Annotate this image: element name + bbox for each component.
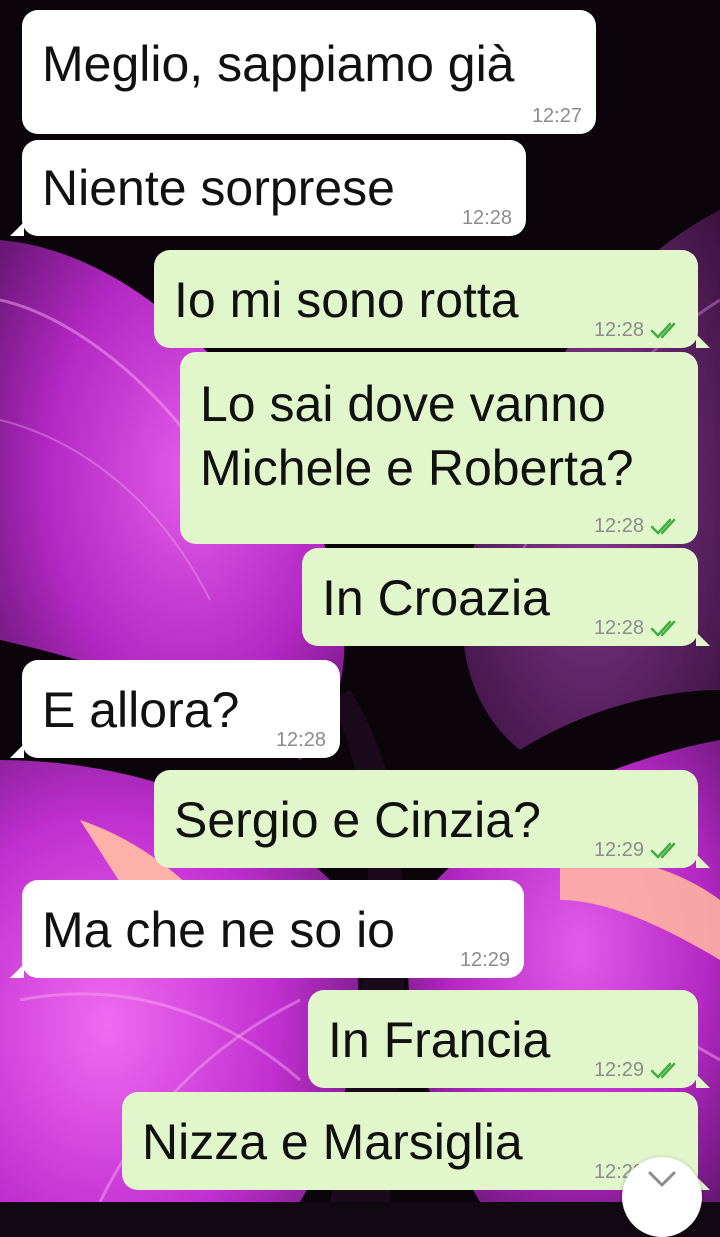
outgoing-message-bubble[interactable]: Io mi sono rotta 12:28 — [154, 250, 710, 348]
outgoing-message-bubble[interactable]: In Francia 12:29 — [308, 990, 710, 1088]
incoming-message-bubble[interactable]: E allora? 12:28 — [10, 660, 340, 758]
message-meta: 12:27 — [532, 102, 582, 130]
message-meta: 12:28 — [276, 726, 326, 754]
message-meta: 12:29 — [594, 1056, 684, 1084]
message-time: 12:29 — [593, 1058, 644, 1081]
message-text: Meglio, sappiamo già — [42, 36, 515, 92]
incoming-message-bubble[interactable]: Niente sorprese 12:28 — [10, 140, 526, 236]
read-receipt-double-check-icon — [650, 322, 676, 339]
message-meta: 12:28 — [594, 614, 684, 642]
message-time: 12:27 — [531, 104, 582, 127]
scroll-to-bottom-button[interactable] — [622, 1157, 702, 1237]
message-time: 12:29 — [593, 838, 644, 861]
message-time: 12:28 — [275, 728, 326, 751]
message-time: 12:28 — [461, 206, 512, 229]
message-time: 12:28 — [593, 318, 644, 341]
message-meta: 12:29 — [594, 836, 684, 864]
message-text: E allora? — [42, 682, 240, 738]
message-text: Niente sorprese — [42, 160, 395, 216]
message-meta: 12:28 — [594, 316, 684, 344]
chevron-down-icon — [648, 1171, 676, 1187]
message-meta: 12:28 — [462, 204, 512, 232]
message-list[interactable]: Meglio, sappiamo già 12:27 Niente sorprese… — [0, 0, 720, 1202]
outgoing-message-bubble[interactable]: Lo sai dove vanno Michele e Roberta? 12:2… — [180, 352, 698, 544]
message-text: In Croazia — [322, 570, 550, 626]
message-text: Nizza e Marsiglia — [142, 1114, 523, 1170]
message-text: Ma che ne so io — [42, 902, 395, 958]
read-receipt-double-check-icon — [650, 518, 676, 535]
message-text: In Francia — [328, 1012, 551, 1068]
incoming-message-bubble[interactable]: Meglio, sappiamo già 12:27 — [22, 10, 596, 134]
read-receipt-double-check-icon — [650, 620, 676, 637]
message-text: Lo sai dove vanno Michele e Roberta? — [200, 376, 634, 496]
outgoing-message-bubble[interactable]: Nizza e Marsiglia 12:29 — [122, 1092, 710, 1190]
message-text: Io mi sono rotta — [174, 272, 519, 328]
read-receipt-double-check-icon — [650, 842, 676, 859]
message-meta: 12:28 — [594, 512, 684, 540]
message-time: 12:29 — [459, 948, 510, 971]
incoming-message-bubble[interactable]: Ma che ne so io 12:29 — [10, 880, 524, 978]
message-meta: 12:29 — [460, 946, 510, 974]
message-text: Sergio e Cinzia? — [174, 792, 541, 848]
outgoing-message-bubble[interactable]: In Croazia 12:28 — [302, 548, 710, 646]
message-time: 12:28 — [593, 514, 644, 537]
outgoing-message-bubble[interactable]: Sergio e Cinzia? 12:29 — [154, 770, 710, 868]
message-time: 12:28 — [593, 616, 644, 639]
read-receipt-double-check-icon — [650, 1062, 676, 1079]
